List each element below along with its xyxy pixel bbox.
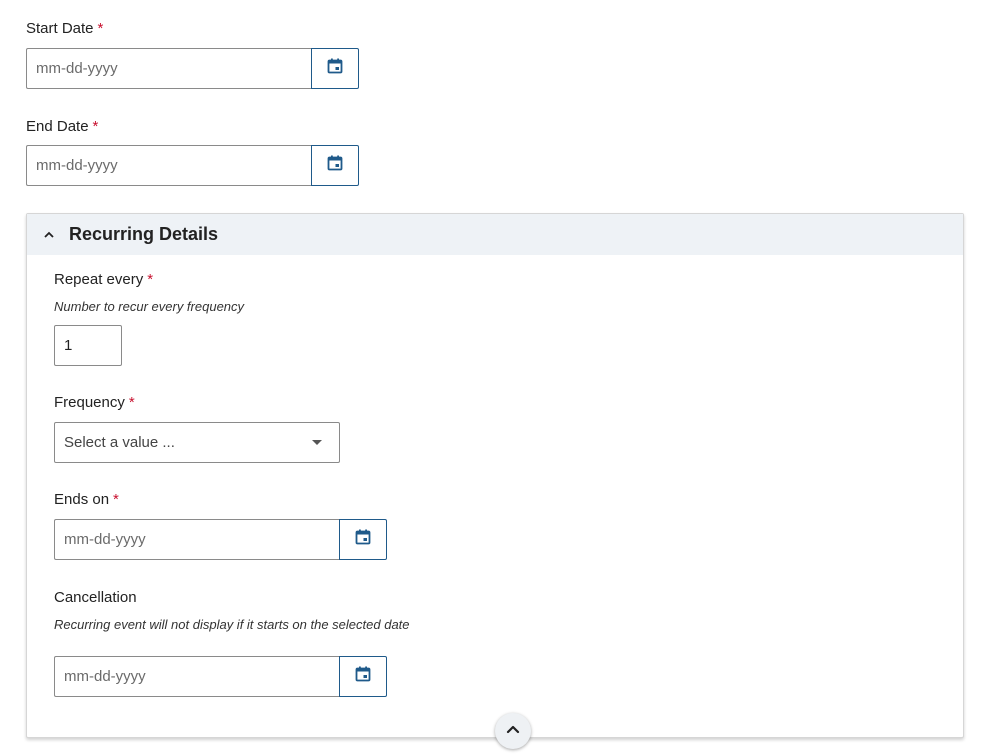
required-asterisk: * xyxy=(128,394,135,411)
end-date-calendar-button[interactable] xyxy=(311,145,359,186)
ends-on-calendar-button[interactable] xyxy=(339,519,387,560)
end-date-label: End Date * xyxy=(26,118,98,135)
calendar-icon xyxy=(355,529,371,550)
caret-down-icon xyxy=(312,440,322,445)
frequency-label-text: Frequency xyxy=(54,394,125,411)
frequency-label: Frequency * xyxy=(54,394,135,411)
cancellation-calendar-button[interactable] xyxy=(339,656,387,697)
start-date-label-text: Start Date xyxy=(26,20,94,37)
cancellation-hint: Recurring event will not display if it s… xyxy=(54,617,410,632)
ends-on-input[interactable] xyxy=(54,519,340,560)
repeat-every-input[interactable] xyxy=(54,325,122,366)
start-date-label: Start Date * xyxy=(26,20,103,37)
required-asterisk: * xyxy=(92,118,99,135)
frequency-selected-value: Select a value ... xyxy=(64,434,175,451)
repeat-every-label: Repeat every * xyxy=(54,271,153,288)
required-asterisk: * xyxy=(97,20,104,37)
ends-on-label: Ends on * xyxy=(54,491,119,508)
end-date-label-text: End Date xyxy=(26,118,89,135)
required-asterisk: * xyxy=(147,271,154,288)
frequency-select[interactable]: Select a value ... xyxy=(54,422,340,463)
form-page: Start Date* End Date* xyxy=(0,0,982,755)
collapse-panel-button[interactable] xyxy=(495,713,531,749)
calendar-icon xyxy=(327,155,343,176)
calendar-icon xyxy=(355,666,371,687)
end-date-input[interactable] xyxy=(26,145,312,186)
cancellation-label-text: Cancellation xyxy=(54,589,137,606)
recurring-details-title: Recurring Details xyxy=(69,224,219,244)
repeat-every-hint: Number to recur every frequency xyxy=(54,299,245,314)
cancellation-input[interactable] xyxy=(54,656,340,697)
chevron-up-icon xyxy=(41,227,57,243)
ends-on-label-text: Ends on xyxy=(54,491,110,508)
start-date-input[interactable] xyxy=(26,48,312,89)
start-date-calendar-button[interactable] xyxy=(311,48,359,89)
repeat-every-label-text: Repeat every xyxy=(54,271,144,288)
calendar-icon xyxy=(327,58,343,79)
recurring-details-header[interactable]: Recurring Details xyxy=(27,214,963,255)
chevron-up-icon xyxy=(505,721,521,742)
cancellation-label: Cancellation xyxy=(54,589,137,606)
required-asterisk: * xyxy=(113,491,119,508)
